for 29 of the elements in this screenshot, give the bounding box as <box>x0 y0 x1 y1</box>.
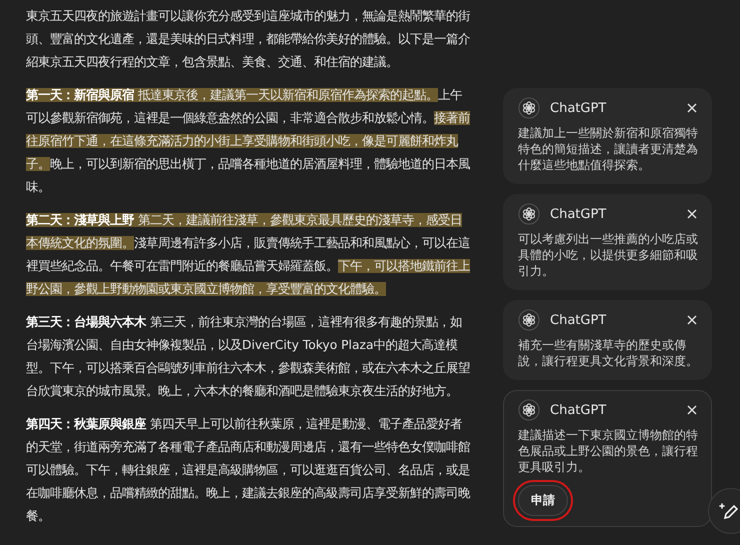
close-button[interactable] <box>685 403 699 417</box>
article-paragraph: 第四天：秋葉原與銀座 第四天早上可以前往秋葉原，這裡是動漫、電子產品愛好者的天堂，街道兩旁充滿了各種電子產品商店和動漫周邊店，還有一些特色女僕咖啡館可以體驗。下午，轉往銀座，這裡是高級購物區，可以逛逛百貨公司、名品店，或是在咖啡廳休息，品嚐精緻的甜點。晚上，建議去銀座的高級壽司店享受新鮮的壽司晚餐。 <box>26 416 472 525</box>
close-icon <box>687 315 697 325</box>
article-paragraph: 東京五天四夜的旅遊計畫可以讓你充分感受到這座城市的魅力，無論是熱鬧繁華的街頭、豐富的文化遺產，還是美味的日式料理，都能帶給你美好的體驗。以下是一篇介紹東京五天四夜行程的文章，包含景點、美食、交通、和住宿的建議。 <box>26 8 471 71</box>
comment-text: 可以考慮列出一些推薦的小吃店或具體的小吃，以提供更多細節和吸引力。 <box>518 231 699 279</box>
article-paragraph: 第三天：台場與六本木 第三天，前往東京灣的台場區，這裡有很多有趣的景點，如台場海濱公園、自由女神像複製品，以及DiverCity Tokyo Plaza中的超大高達模型。下午，可以搭乘百合鷗號列車前往六本木，參觀森美術館，或在六本木之丘展望台欣賞東京的城市風景。晚上，六本木的餐廳和酒吧是體驗東京夜生活的好地方。 <box>26 314 471 400</box>
comment-author: ChatGPT <box>550 100 608 116</box>
comment-text: 建議描述一下東京國立博物館的特色展品或上野公園的景色，讓行程更具吸引力。 <box>518 427 699 475</box>
logo-icon <box>518 203 540 225</box>
comment-text: 建議加上一些關於新宿和原宿獨特特色的簡短描述，讓讀者更清楚為什麼這些地點值得探索。 <box>518 125 699 173</box>
close-icon <box>687 103 697 113</box>
article-paragraph: 第二天：淺草與上野 第二天，建議前往淺草，參觀東京最具歷史的淺草寺，感受日本傳統文化的氛圍。淺草周邊有許多小店，販賣傳統手工藝品和和風點心，可以在這裡買些紀念品。午餐可在雷門附近的餐廳品嘗天婦羅蓋飯。下午，可以搭地鐵前往上野公園，參觀上野動物園或東京國立博物館，享受豐富的文化體驗。 <box>26 212 471 298</box>
close-button[interactable] <box>685 207 699 221</box>
comment-author: ChatGPT <box>550 402 608 418</box>
logo-icon <box>518 97 540 119</box>
comment-author: ChatGPT <box>550 206 608 222</box>
close-icon <box>687 405 697 415</box>
comment-author: ChatGPT <box>550 312 608 328</box>
close-button[interactable] <box>685 101 699 115</box>
comment-card[interactable]: ChatGPT 補充一些有關淺草寺的歷史或傳說，讓行程更具文化背景和深度。 <box>503 300 712 380</box>
comment-card[interactable]: ChatGPT 建議加上一些關於新宿和原宿獨特特色的簡短描述，讓讀者更清楚為什麼這些地點值得探索。 <box>503 88 712 184</box>
logo-icon <box>518 399 540 421</box>
pen-sparkle-icon <box>719 501 739 521</box>
comment-card[interactable]: ChatGPT 可以考慮列出一些推薦的小吃店或具體的小吃，以提供更多細節和吸引力。 <box>503 194 712 290</box>
comment-text: 補充一些有關淺草寺的歷史或傳說，讓行程更具文化背景和深度。 <box>518 337 699 369</box>
logo-icon <box>518 309 540 331</box>
close-button[interactable] <box>685 313 699 327</box>
close-icon <box>687 209 697 219</box>
comment-card[interactable]: ChatGPT 建議描述一下東京國立博物館的特色展品或上野公園的景色，讓行程更具吸引力。 申請 <box>503 390 712 527</box>
